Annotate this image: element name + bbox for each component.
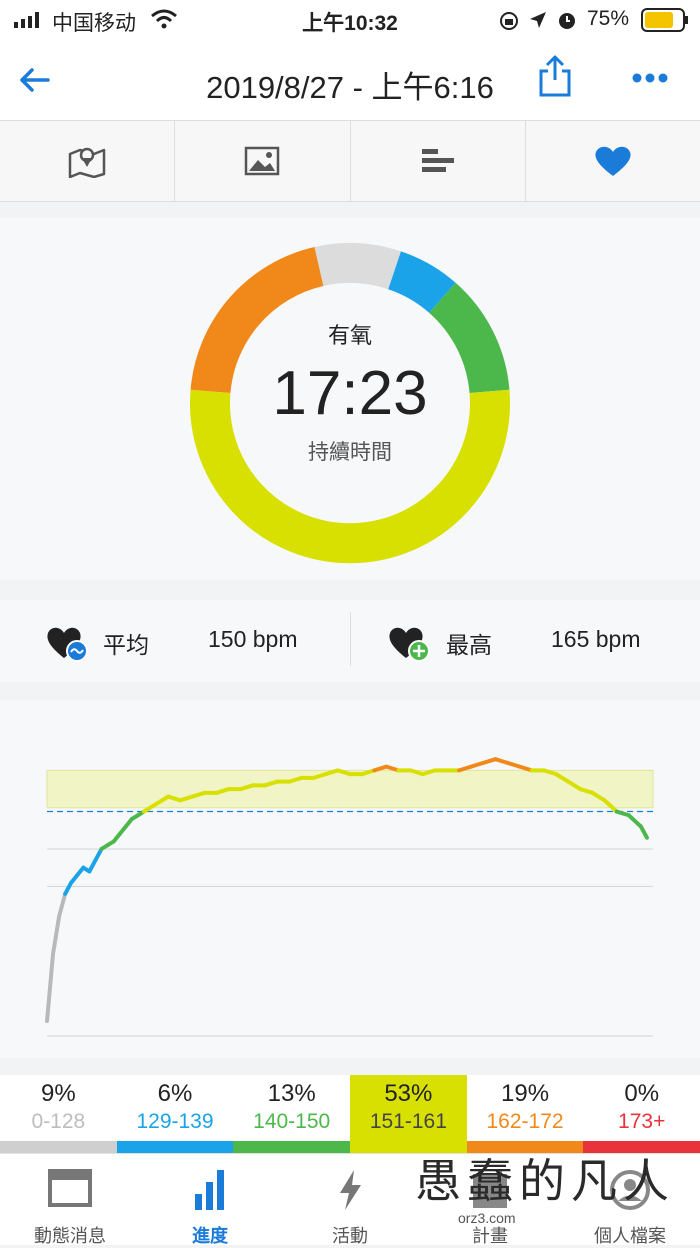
hr-line-segment <box>638 824 649 840</box>
more-icon[interactable] <box>632 72 668 84</box>
zone-range: 173+ <box>618 1110 666 1133</box>
location-icon <box>530 12 546 28</box>
battery-percent: 75% <box>587 7 630 30</box>
zone-range: 129-139 <box>136 1110 214 1133</box>
duration-value: 17:23 <box>272 359 428 428</box>
news-icon <box>48 1169 92 1207</box>
zone-color-bar <box>116 1141 234 1153</box>
hr-line-segment <box>51 914 62 956</box>
tab-map[interactable] <box>0 121 176 201</box>
alarm-icon <box>559 13 575 29</box>
zone-percent: 9% <box>40 1080 76 1107</box>
max-value: 165 bpm <box>551 626 641 652</box>
hr-line-chart[interactable] <box>0 700 700 1058</box>
duration-caption: 持續時間 <box>308 441 392 464</box>
nav-news-label: 動態消息 <box>34 1226 106 1246</box>
zone-percent: 53% <box>384 1080 433 1107</box>
bar-chart-icon <box>195 1170 224 1210</box>
nav-progress-label: 進度 <box>192 1226 228 1246</box>
battery-icon <box>641 8 688 32</box>
max-label: 最高 <box>446 632 492 658</box>
zone-cell[interactable]: 6% 129-139 <box>116 1075 234 1153</box>
donut-segment-blue <box>387 251 456 314</box>
zone-range: 0-128 <box>31 1110 86 1133</box>
heart-icon <box>595 146 631 176</box>
zone-name: 有氧 <box>327 323 372 348</box>
back-arrow-icon[interactable] <box>18 66 50 94</box>
status-bar: 中国移动 上午10:32 75% <box>0 0 700 40</box>
zone-color-bar <box>233 1141 351 1153</box>
hr-chart-card <box>0 700 700 1058</box>
image-icon <box>245 146 280 176</box>
map-icon <box>68 147 106 178</box>
watermark: 愚蠢的凡人 <box>415 1154 675 1208</box>
max-heart-icon <box>389 627 430 662</box>
zone-percent: 6% <box>157 1080 193 1107</box>
zone-range: 140-150 <box>253 1110 331 1133</box>
watermark-site: orz3.com <box>458 1210 516 1226</box>
nav-activities[interactable]: 活動 <box>280 1154 420 1246</box>
donut-segment-gray <box>314 243 401 290</box>
nav-news[interactable]: 動態消息 <box>0 1154 140 1246</box>
hr-zone-breakdown: 9% 0-128 6% 129-139 13% 140-150 53% 151-161 19% 1… <box>0 1075 700 1153</box>
zone-cell[interactable]: 13% 140-150 <box>233 1075 351 1153</box>
avg-label: 平均 <box>103 632 149 658</box>
zone-percent: 0% <box>624 1080 660 1107</box>
nav-profile-label: 個人檔案 <box>594 1226 666 1246</box>
hr-line-segment <box>626 813 643 829</box>
hr-stats: 平均 150 bpm 最高 165 bpm <box>0 600 700 682</box>
nav-activities-label: 活動 <box>332 1226 368 1246</box>
tab-laps[interactable] <box>351 121 526 201</box>
lightning-icon <box>340 1170 361 1210</box>
avg-value: 150 bpm <box>208 626 298 652</box>
zone-color-bar <box>0 1141 117 1153</box>
detail-tab-bar <box>0 120 700 202</box>
zone-cell[interactable]: 19% 162-172 <box>466 1075 584 1153</box>
activity-title: 2019/8/27 - 上午6:16 <box>206 70 494 105</box>
tab-photos[interactable] <box>175 121 351 201</box>
zone-percent: 13% <box>267 1080 316 1107</box>
zone-cell[interactable]: 9% 0-128 <box>0 1075 117 1153</box>
zone-cell[interactable]: 0% 173+ <box>583 1075 700 1153</box>
rotation-lock-icon <box>500 12 518 30</box>
zone-percent: 19% <box>501 1080 550 1107</box>
bar-list-icon <box>421 149 454 172</box>
hr-line-segment <box>57 891 68 919</box>
nav-bar: 2019/8/27 - 上午6:16 <box>0 40 700 120</box>
stats-divider <box>350 612 351 666</box>
tab-heart-rate[interactable] <box>526 121 700 201</box>
avg-heart-icon <box>47 627 88 662</box>
zone-range: 162-172 <box>486 1110 564 1133</box>
hr-zone-donut-card: 有氧 17:23 持續時間 <box>0 218 700 580</box>
zone-range: 151-161 <box>369 1110 447 1133</box>
hr-line-segment <box>45 951 56 1024</box>
share-icon[interactable] <box>538 54 572 98</box>
nav-progress[interactable]: 進度 <box>140 1154 280 1246</box>
zone-cell[interactable]: 53% 151-161 <box>350 1075 467 1153</box>
